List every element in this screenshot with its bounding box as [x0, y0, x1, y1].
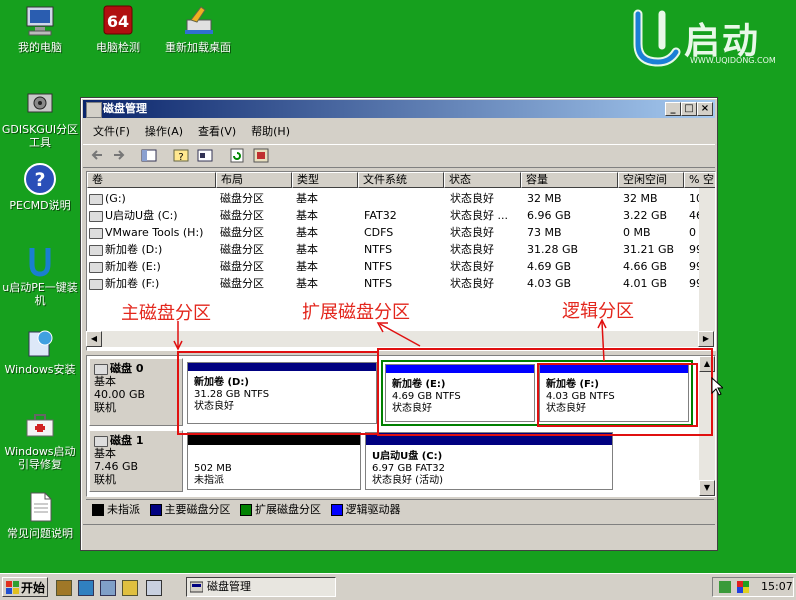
system-tray: 15:07 — [712, 577, 794, 597]
quicklaunch-computer-icon[interactable] — [146, 580, 162, 596]
quicklaunch-tool-icon[interactable] — [78, 580, 94, 596]
display-tray-icon[interactable] — [737, 581, 749, 593]
arrow-extended — [379, 323, 421, 347]
taskbar-item-label: 磁盘管理 — [207, 580, 251, 593]
volume-tray-icon[interactable] — [719, 581, 731, 593]
taskbar-item-disk-management[interactable]: 磁盘管理 — [186, 577, 336, 597]
clock: 15:07 — [761, 580, 793, 593]
annotation-arrows — [173, 318, 607, 362]
disk-management-icon — [190, 581, 203, 593]
quicklaunch-edit-icon[interactable] — [122, 580, 138, 596]
start-button[interactable]: 开始 — [2, 577, 48, 597]
arrow-logical — [601, 321, 605, 362]
windows-flag-icon — [6, 581, 19, 594]
taskbar: 开始 磁盘管理 15:07 — [0, 573, 796, 600]
start-label: 开始 — [21, 581, 46, 595]
quicklaunch-explorer-icon[interactable] — [56, 580, 72, 596]
quicklaunch-network-icon[interactable] — [100, 580, 116, 596]
mouse-cursor-icon — [711, 377, 723, 396]
